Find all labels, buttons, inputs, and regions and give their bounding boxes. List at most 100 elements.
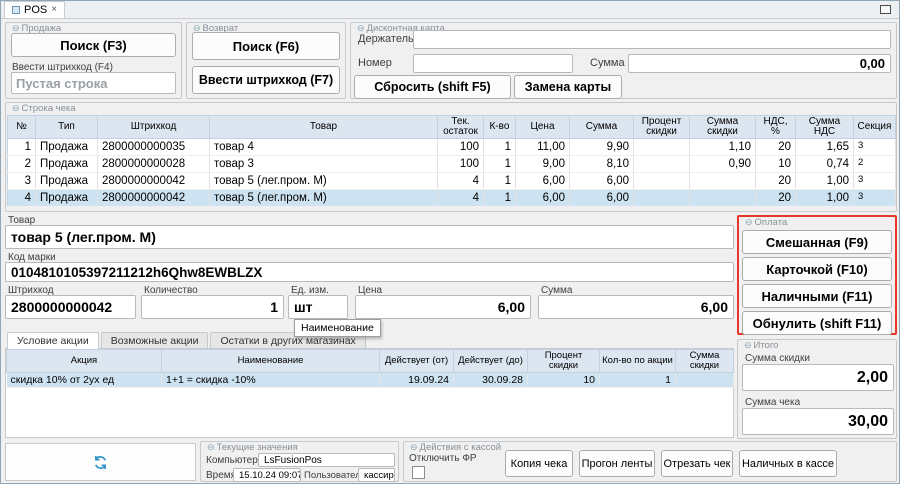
table-cell[interactable]: 10	[756, 156, 796, 173]
card-reset-button[interactable]: Сбросить (shift F5)	[354, 75, 511, 99]
table-cell[interactable]: 11,00	[516, 139, 570, 156]
tab-promo-condition[interactable]: Условие акции	[7, 332, 99, 349]
table-cell[interactable]	[690, 173, 756, 190]
column-header[interactable]: НДС, %	[756, 116, 796, 139]
table-cell[interactable]: Продажа	[36, 139, 98, 156]
table-cell[interactable]: товар 5 (лег.пром. М)	[210, 190, 438, 207]
tab-close-icon[interactable]: ×	[51, 5, 57, 15]
cut-receipt-button[interactable]: Отрезать чек	[661, 450, 733, 477]
refresh-icon[interactable]	[92, 454, 109, 471]
copy-receipt-button[interactable]: Копия чека	[505, 450, 573, 477]
column-header[interactable]: Тек. остаток	[438, 116, 484, 139]
table-cell[interactable]: 1	[484, 173, 516, 190]
table-cell[interactable]: 2800000000042	[98, 190, 210, 207]
table-cell[interactable]: 1	[600, 373, 676, 388]
total-discount-value[interactable]: 2,00	[742, 364, 894, 391]
table-row-selected[interactable]: 4 Продажа 2800000000042 товар 5 (лег.про…	[8, 190, 896, 207]
table-cell[interactable]: 1+1 = скидка -10%	[162, 373, 380, 388]
table-cell[interactable]: товар 4	[210, 139, 438, 156]
table-cell[interactable]: 1	[484, 156, 516, 173]
table-cell[interactable]: 19.09.24	[380, 373, 454, 388]
tape-run-button[interactable]: Прогон ленты	[579, 450, 655, 477]
column-header[interactable]: Кол-во по акции	[600, 350, 676, 373]
card-sum-value[interactable]: 0,00	[628, 54, 891, 73]
product-value[interactable]: товар 5 (лег.пром. М)	[5, 225, 734, 249]
return-search-button[interactable]: Поиск (F6)	[192, 32, 340, 60]
table-cell[interactable]: 1	[484, 139, 516, 156]
unit-value[interactable]: шт	[288, 295, 348, 319]
table-cell[interactable]: товар 5 (лег.пром. М)	[210, 173, 438, 190]
computer-value[interactable]: LsFusionPos	[258, 453, 395, 467]
column-header[interactable]: Тип	[36, 116, 98, 139]
table-cell[interactable]: 3	[854, 139, 896, 156]
table-cell[interactable]: Продажа	[36, 190, 98, 207]
column-header[interactable]: Действует (от)	[380, 350, 454, 373]
table-cell[interactable]: 6,00	[516, 190, 570, 207]
table-cell[interactable]: 10	[528, 373, 600, 388]
payment-reset-button[interactable]: Обнулить (shift F11)	[742, 311, 892, 335]
user-value[interactable]: кассир маг 1	[358, 468, 395, 482]
table-cell[interactable]: 0,74	[796, 156, 854, 173]
barcode-value[interactable]: 2800000000042	[5, 295, 136, 319]
table-cell[interactable]	[634, 190, 690, 207]
table-cell[interactable]: Продажа	[36, 173, 98, 190]
table-cell[interactable]: 1,00	[796, 173, 854, 190]
return-barcode-button[interactable]: Ввести штрихкод (F7)	[192, 66, 340, 94]
column-header[interactable]: Штрихкод	[98, 116, 210, 139]
sale-search-button[interactable]: Поиск (F3)	[11, 33, 176, 57]
table-cell[interactable]: 0,90	[690, 156, 756, 173]
table-cell[interactable]	[634, 156, 690, 173]
column-header[interactable]: Процент скидки	[528, 350, 600, 373]
table-cell[interactable]: 2800000000028	[98, 156, 210, 173]
collapse-icon[interactable]: ⊖	[12, 24, 20, 33]
line-sum-value[interactable]: 6,00	[538, 295, 734, 319]
column-header[interactable]: Секция	[854, 116, 896, 139]
table-row[interactable]: 3 Продажа 2800000000042 товар 5 (лег.про…	[8, 173, 896, 190]
table-cell[interactable]: 100	[438, 156, 484, 173]
table-cell[interactable]	[634, 139, 690, 156]
table-cell[interactable]: 6,00	[570, 173, 634, 190]
collapse-icon[interactable]: ⊖	[357, 24, 365, 33]
table-row[interactable]: 1 Продажа 2800000000035 товар 4 100 1 11…	[8, 139, 896, 156]
collapse-icon[interactable]: ⊖	[744, 341, 752, 350]
cash-in-drawer-button[interactable]: Наличных в кассе	[739, 450, 837, 477]
time-value[interactable]: 15.10.24 09:07	[233, 468, 301, 482]
table-cell[interactable]: 1	[484, 190, 516, 207]
table-cell[interactable]: 30.09.28	[454, 373, 528, 388]
table-row[interactable]: 2 Продажа 2800000000028 товар 3 100 1 9,…	[8, 156, 896, 173]
table-cell[interactable]: 4	[438, 190, 484, 207]
column-header[interactable]: Действует (до)	[454, 350, 528, 373]
table-cell[interactable]	[676, 373, 734, 388]
table-cell[interactable]: 6,00	[570, 190, 634, 207]
column-header[interactable]: Сумма НДС	[796, 116, 854, 139]
window-restore-icon[interactable]	[880, 5, 891, 14]
table-cell[interactable]: 6,00	[516, 173, 570, 190]
table-cell[interactable]: 3	[854, 173, 896, 190]
table-cell[interactable]: 3	[8, 173, 36, 190]
tab-pos[interactable]: POS ×	[4, 1, 65, 18]
table-cell[interactable]: 4	[8, 190, 36, 207]
table-cell[interactable]: 1,10	[690, 139, 756, 156]
table-row-selected[interactable]: скидка 10% от 2ух ед 1+1 = скидка -10% 1…	[7, 373, 734, 388]
quantity-value[interactable]: 1	[141, 295, 284, 319]
card-replace-button[interactable]: Замена карты	[514, 75, 622, 99]
collapse-icon[interactable]: ⊖	[410, 443, 418, 452]
table-cell[interactable]: 1	[8, 139, 36, 156]
table-cell[interactable]: 2	[854, 156, 896, 173]
card-holder-input[interactable]	[413, 30, 891, 49]
table-cell[interactable]	[634, 173, 690, 190]
column-header[interactable]: К-во	[484, 116, 516, 139]
collapse-icon[interactable]: ⊖	[207, 443, 215, 452]
payment-card-button[interactable]: Карточкой (F10)	[742, 257, 892, 281]
column-header[interactable]: Сумма скидки	[676, 350, 734, 373]
table-cell[interactable]: 20	[756, 173, 796, 190]
tab-promo-possible[interactable]: Возможные акции	[101, 332, 209, 349]
column-header[interactable]: Акция	[7, 350, 162, 373]
column-header[interactable]: Товар	[210, 116, 438, 139]
table-cell[interactable]: 2800000000042	[98, 173, 210, 190]
sale-barcode-input[interactable]	[11, 72, 176, 94]
table-cell[interactable]: 20	[756, 190, 796, 207]
mark-code-value[interactable]: 0104810105397211212h6Qhw8EWBLZX	[5, 262, 734, 282]
collapse-icon[interactable]: ⊖	[745, 218, 753, 227]
price-value[interactable]: 6,00	[355, 295, 531, 319]
